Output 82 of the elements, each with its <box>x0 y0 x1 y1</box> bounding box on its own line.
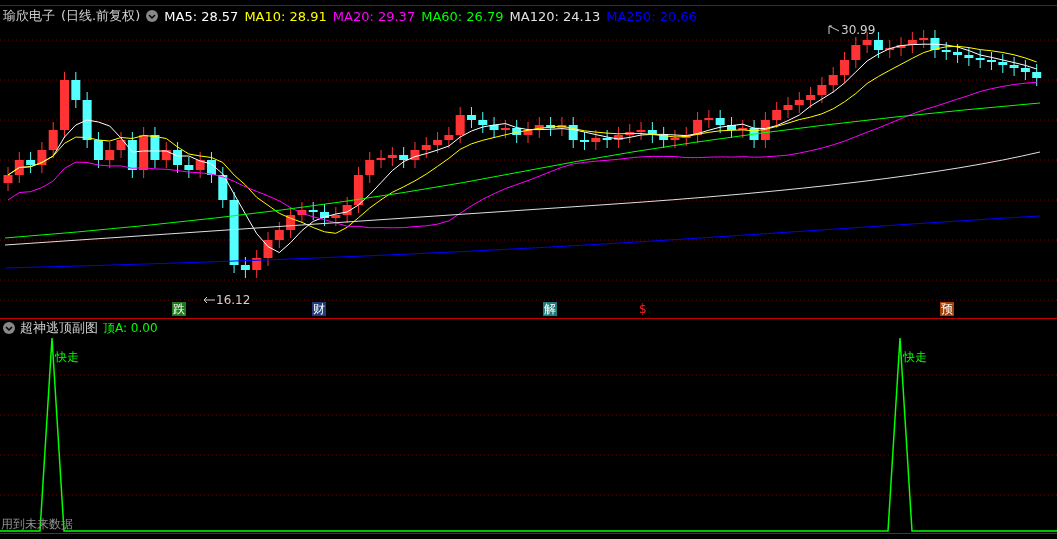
ma-readout: MA250: 20.66 <box>606 8 697 24</box>
candlestick <box>783 96 793 119</box>
candlestick <box>489 116 499 139</box>
candlestick <box>3 166 13 192</box>
flag-icon <box>828 25 840 35</box>
candlestick <box>1032 63 1042 87</box>
candlestick <box>139 126 149 179</box>
candlestick <box>727 116 736 139</box>
candlestick <box>1009 56 1019 77</box>
candlestick <box>772 101 782 129</box>
candlestick <box>896 36 906 57</box>
indicator-title: 超神逃顶副图 <box>20 319 98 337</box>
candlestick <box>998 53 1008 74</box>
candlestick <box>387 146 397 167</box>
event-marker[interactable]: 预 <box>940 302 954 316</box>
candlestick <box>105 141 115 169</box>
ma-readout: MA20: 29.37 <box>332 8 416 24</box>
candlestick <box>964 46 974 67</box>
signal-label: 快走 <box>903 349 927 366</box>
candlestick <box>591 129 601 151</box>
candlestick <box>399 146 409 169</box>
candlestick <box>421 136 431 159</box>
candlestick <box>207 151 216 184</box>
candlestick <box>794 91 804 114</box>
candlestick <box>647 121 657 144</box>
candlestick <box>681 126 691 147</box>
candlestick <box>760 111 770 149</box>
candlestick <box>987 51 996 71</box>
candlestick <box>433 131 443 154</box>
candlestick <box>308 201 318 221</box>
low-price-label: 16.12 <box>216 293 251 307</box>
candlestick <box>907 31 917 54</box>
event-marker[interactable]: 财 <box>312 302 326 316</box>
candlestick <box>670 129 680 149</box>
event-marker[interactable]: $ <box>638 302 648 316</box>
ma-readout: MA5: 28.57 <box>164 8 239 24</box>
candlestick <box>602 129 612 149</box>
ma-readout: MA120: 24.13 <box>509 8 601 24</box>
candlestick <box>500 119 510 139</box>
candlestick <box>625 123 635 144</box>
candlestick <box>14 151 24 184</box>
candlestick <box>636 121 646 141</box>
signal-label: 快走 <box>55 349 79 366</box>
candlestick <box>885 39 895 59</box>
candlestick <box>410 141 420 169</box>
ma-readout: MA10: 28.91 <box>244 8 327 24</box>
candlestick <box>320 203 329 227</box>
candlestick <box>48 121 58 159</box>
candlestick <box>512 119 522 144</box>
candlestick <box>534 116 544 139</box>
candlestick <box>806 86 816 109</box>
candlestick <box>331 206 341 227</box>
candlestick <box>715 109 725 134</box>
candlestick <box>840 51 849 84</box>
arrow-left-icon <box>203 296 215 304</box>
candlestick <box>467 106 476 129</box>
candlestick <box>60 71 69 139</box>
candlestick <box>828 66 838 94</box>
ma-readout: MA60: 26.79 <box>421 8 504 24</box>
candlestick <box>252 249 262 279</box>
candlestick <box>274 221 284 249</box>
period-label: (日线.前复权) <box>61 7 141 25</box>
candlestick <box>975 49 985 69</box>
candlestick <box>580 131 589 151</box>
candlestick <box>659 126 669 149</box>
candlestick <box>546 116 556 137</box>
candlestick <box>873 31 883 59</box>
dropdown-icon[interactable] <box>146 10 159 22</box>
dropdown-icon[interactable] <box>3 322 15 334</box>
candlestick <box>263 231 273 267</box>
candlestick <box>195 151 205 179</box>
event-marker[interactable]: 跌 <box>172 302 186 316</box>
high-price-label: 30.99 <box>841 23 876 37</box>
stock-title: 瑜欣电子 <box>3 7 55 25</box>
event-marker[interactable]: 解 <box>543 302 557 316</box>
candlestick <box>613 126 623 149</box>
candlestick <box>523 121 533 144</box>
candlestick <box>1020 59 1030 81</box>
candlestick <box>817 76 827 104</box>
candlestick <box>478 111 488 134</box>
indicator-readout: 顶A: 0.00 <box>103 319 158 337</box>
candlestick <box>953 43 963 64</box>
